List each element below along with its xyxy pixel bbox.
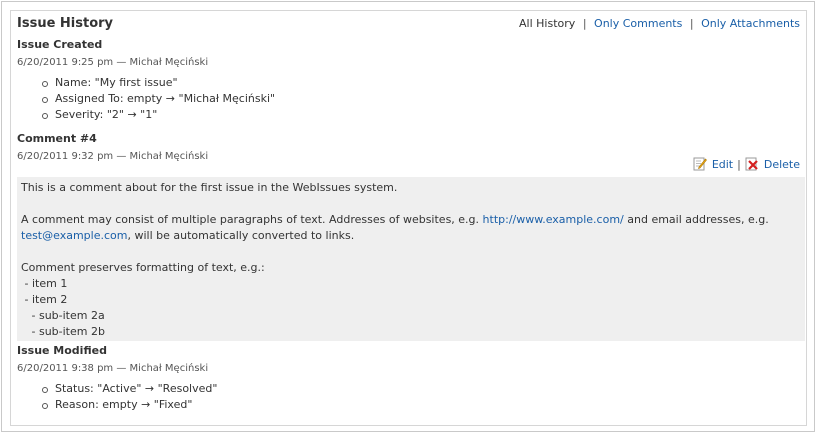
action-separator: | xyxy=(737,157,741,171)
event-title-modified: Issue Modified xyxy=(17,344,107,357)
filter-only-attachments-link[interactable]: Only Attachments xyxy=(701,17,800,30)
page-frame: Issue History All History | Only Comment… xyxy=(1,1,815,432)
event-meta-modified: 6/20/2011 9:38 pm — Michał Męciński xyxy=(17,363,209,374)
comment-body: This is a comment about for the first is… xyxy=(17,177,805,341)
change-list-modified: Status: "Active" → "Resolved" Reason: em… xyxy=(17,381,217,413)
comment-paragraph-2-middle: and email addresses, e.g. xyxy=(623,213,773,226)
email-link[interactable]: test@example.com xyxy=(21,229,127,242)
change-item: Name: "My first issue" xyxy=(41,75,275,91)
change-item: Assigned To: empty → "Michał Męciński" xyxy=(41,92,276,105)
change-item: Reason: empty → "Fixed" xyxy=(41,397,217,413)
comment-paragraph-2-start: A comment may consist of multiple paragr… xyxy=(21,213,483,226)
event-title-comment: Comment #4 xyxy=(17,132,97,145)
change-list-created: Name: "My first issue" Assigned To: empt… xyxy=(17,75,275,123)
delete-comment-link[interactable]: Delete xyxy=(764,158,800,171)
change-item: Status: "Active" → "Resolved" xyxy=(41,382,218,395)
website-link[interactable]: http://www.example.com/ xyxy=(483,213,624,226)
comment-actions: Edit | Delete xyxy=(693,157,800,171)
event-meta-created: 6/20/2011 9:25 pm — Michał Męciński xyxy=(17,57,209,68)
comment-paragraph-2-end: , will be automatically converted to lin… xyxy=(127,229,355,242)
pencil-edit-icon xyxy=(693,157,707,171)
comment-paragraph-1: This is a comment about for the first is… xyxy=(21,181,398,194)
event-title-created: Issue Created xyxy=(17,38,103,51)
filter-all-history: All History xyxy=(519,17,576,30)
event-meta-comment: 6/20/2011 9:32 pm — Michał Męciński xyxy=(17,151,209,162)
red-x-delete-icon xyxy=(745,157,758,171)
filter-separator: | xyxy=(689,17,694,30)
filter-only-comments-link[interactable]: Only Comments xyxy=(594,17,682,30)
comment-paragraph-3: Comment preserves formatting of text, e.… xyxy=(21,261,265,338)
panel-title: Issue History xyxy=(17,16,114,31)
history-filters: All History | Only Comments | Only Attac… xyxy=(519,17,800,30)
filter-separator: | xyxy=(582,17,587,30)
edit-comment-link[interactable]: Edit xyxy=(712,158,733,171)
issue-history-panel: Issue History All History | Only Comment… xyxy=(10,10,807,426)
change-item: Severity: "2" → "1" xyxy=(41,107,275,123)
